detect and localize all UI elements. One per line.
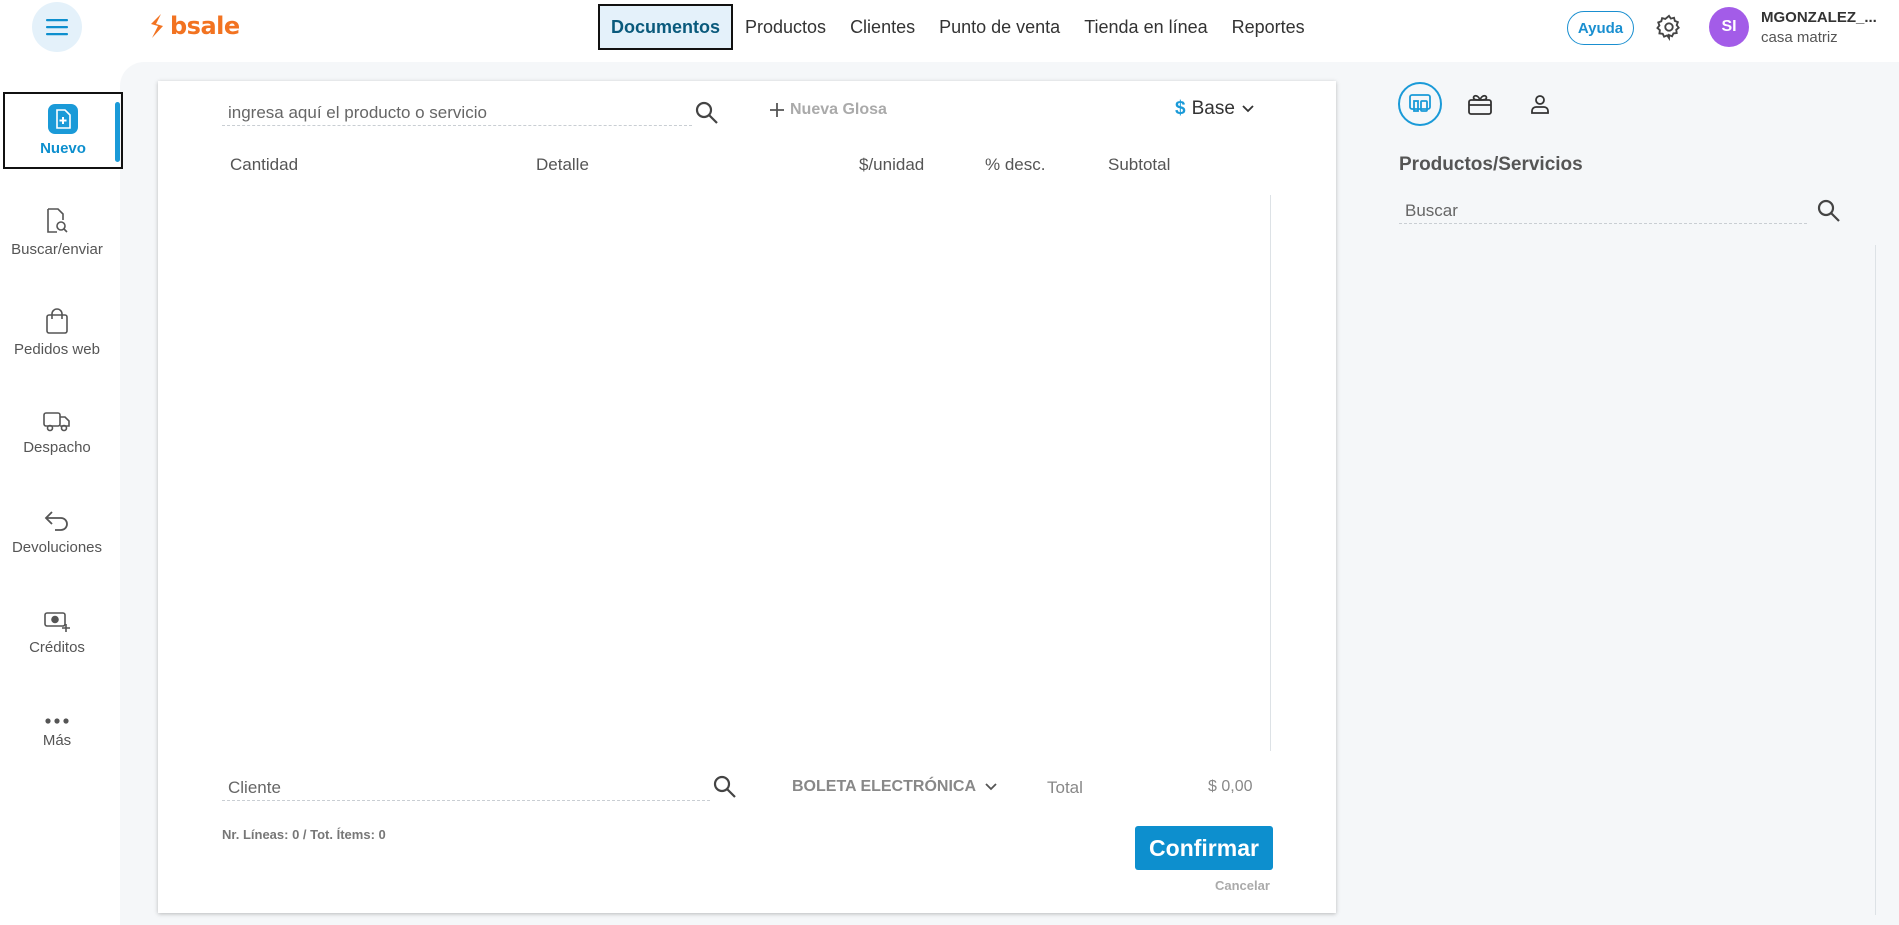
gear-icon xyxy=(1656,14,1680,42)
panel-scroll-divider xyxy=(1875,245,1876,915)
sidebar-item-label: Pedidos web xyxy=(14,340,100,358)
sidebar-item-label: Créditos xyxy=(29,638,85,656)
sidebar-item-label: Buscar/enviar xyxy=(11,240,103,258)
bsale-logo-icon xyxy=(151,14,163,38)
logo-text: bsale xyxy=(170,12,240,40)
sidebar-item-buscar-enviar[interactable]: Buscar/enviar xyxy=(0,192,114,272)
bsale-logo[interactable]: bsale xyxy=(148,12,240,40)
items-scroll-divider xyxy=(1270,195,1271,751)
nav-productos[interactable]: Productos xyxy=(733,4,838,50)
chevron-down-icon xyxy=(1242,105,1254,113)
shopping-bag-icon xyxy=(46,307,68,334)
client-placeholder: Cliente xyxy=(228,778,281,797)
nav-reportes[interactable]: Reportes xyxy=(1220,4,1317,50)
panel-search-input[interactable]: Buscar xyxy=(1399,196,1807,224)
sidebar-active-indicator xyxy=(115,102,120,162)
hamburger-menu-button[interactable] xyxy=(32,2,82,52)
avatar[interactable]: SI xyxy=(1709,7,1749,47)
nav-clientes[interactable]: Clientes xyxy=(838,4,927,50)
new-gloss-button[interactable]: Nueva Glosa xyxy=(768,101,887,119)
sidebar-item-mas[interactable]: Más xyxy=(0,692,114,772)
new-document-icon xyxy=(48,104,78,134)
return-arrow-icon xyxy=(44,510,68,531)
sidebar-item-nuevo[interactable]: Nuevo xyxy=(3,92,123,169)
user-branch: casa matriz xyxy=(1761,29,1838,46)
dollar-icon: $ xyxy=(1175,98,1186,119)
price-list-value: Base xyxy=(1191,98,1235,119)
document-type-select[interactable]: BOLETA ELECTRÓNICA xyxy=(792,778,998,796)
products-devices-icon xyxy=(1409,94,1431,112)
panel-title: Productos/Servicios xyxy=(1399,154,1583,175)
sidebar-item-despacho[interactable]: Despacho xyxy=(0,392,114,472)
column-header-cantidad: Cantidad xyxy=(230,155,299,174)
column-header-detalle: Detalle xyxy=(536,155,589,174)
price-list-select[interactable]: $ Base xyxy=(1175,98,1255,120)
sidebar-item-pedidos-web[interactable]: Pedidos web xyxy=(0,292,114,372)
user-icon xyxy=(1531,95,1549,114)
sidebar-item-label: Despacho xyxy=(23,438,91,456)
lines-summary: Nr. Líneas: 0 / Tot. Ítems: 0 xyxy=(222,827,386,842)
plus-icon xyxy=(770,103,784,117)
settings-button[interactable] xyxy=(1655,13,1683,46)
more-dots-icon xyxy=(45,717,69,724)
sidebar-item-label: Más xyxy=(42,731,72,749)
nav-documentos[interactable]: Documentos xyxy=(598,4,734,50)
document-type-value: BOLETA ELECTRÓNICA xyxy=(792,778,976,795)
sidebar-item-devoluciones[interactable]: Devoluciones xyxy=(0,492,114,572)
cancel-link[interactable]: Cancelar xyxy=(1215,878,1270,893)
sidebar-item-label: Devoluciones xyxy=(11,538,103,556)
search-icon xyxy=(695,101,718,124)
sidebar-item-creditos[interactable]: Créditos xyxy=(0,592,114,672)
column-header-discount: % desc. xyxy=(985,155,1046,174)
search-icon xyxy=(1817,199,1840,222)
main-nav: Documentos Productos Clientes Punto de v… xyxy=(598,4,1317,50)
tab-products[interactable] xyxy=(1398,82,1442,126)
panel-search-button[interactable] xyxy=(1816,198,1842,229)
search-icon xyxy=(713,775,736,798)
sidebar-item-label: Nuevo xyxy=(40,140,86,157)
total-label: Total xyxy=(1047,778,1083,797)
total-value: $ 0,00 xyxy=(1208,778,1253,795)
gift-card-icon xyxy=(1468,94,1492,115)
column-header-unit-price: $/unidad xyxy=(859,155,925,174)
chevron-down-icon xyxy=(985,783,997,791)
user-name[interactable]: MGONZALEZ_... xyxy=(1761,9,1877,26)
tab-customers[interactable] xyxy=(1518,82,1562,126)
help-button[interactable]: Ayuda xyxy=(1567,11,1634,45)
sidebar: Nuevo Buscar/enviar Pedidos web Despacho xyxy=(0,54,123,925)
product-search-input[interactable]: ingresa aquí el producto o servicio xyxy=(222,98,692,126)
tab-gift-cards[interactable] xyxy=(1458,82,1502,126)
nav-tienda-en-linea[interactable]: Tienda en línea xyxy=(1072,4,1219,50)
client-search-button[interactable] xyxy=(712,774,738,805)
nav-punto-de-venta[interactable]: Punto de venta xyxy=(927,4,1072,50)
product-search-button[interactable] xyxy=(694,100,720,131)
cash-plus-icon xyxy=(44,611,70,632)
product-search-placeholder: ingresa aquí el producto o servicio xyxy=(228,103,487,122)
top-bar: bsale Documentos Productos Clientes Punt… xyxy=(0,0,1899,54)
panel-search-placeholder: Buscar xyxy=(1405,201,1458,220)
client-input[interactable]: Cliente xyxy=(222,773,710,801)
new-gloss-label: Nueva Glosa xyxy=(790,101,887,118)
hamburger-icon xyxy=(46,19,68,36)
confirm-button[interactable]: Confirmar xyxy=(1135,826,1273,870)
truck-icon xyxy=(43,411,70,431)
column-header-subtotal: Subtotal xyxy=(1108,155,1171,174)
document-search-icon xyxy=(47,207,68,233)
